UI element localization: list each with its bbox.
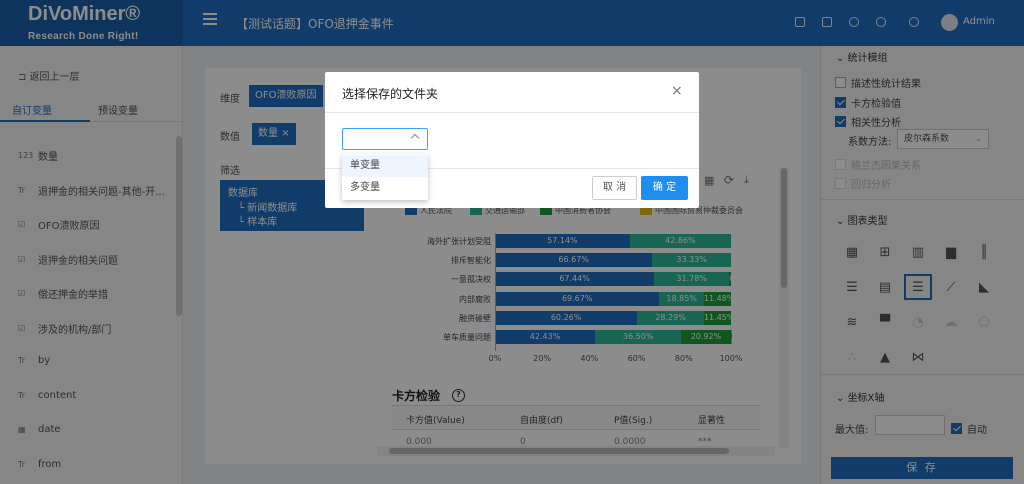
- cancel-button[interactable]: 取 消: [592, 176, 637, 200]
- dropdown-option-single[interactable]: 单变量: [342, 155, 428, 177]
- close-icon[interactable]: ×: [671, 83, 683, 99]
- folder-select[interactable]: [342, 128, 428, 150]
- modal-title: 选择保存的文件夹: [342, 87, 439, 101]
- modal-divider: [325, 112, 699, 113]
- folder-dropdown: 单变量 多变量: [342, 154, 428, 200]
- confirm-button[interactable]: 确 定: [641, 176, 688, 200]
- chevron-up-icon: [410, 133, 420, 143]
- dropdown-option-multi[interactable]: 多变量: [342, 177, 428, 199]
